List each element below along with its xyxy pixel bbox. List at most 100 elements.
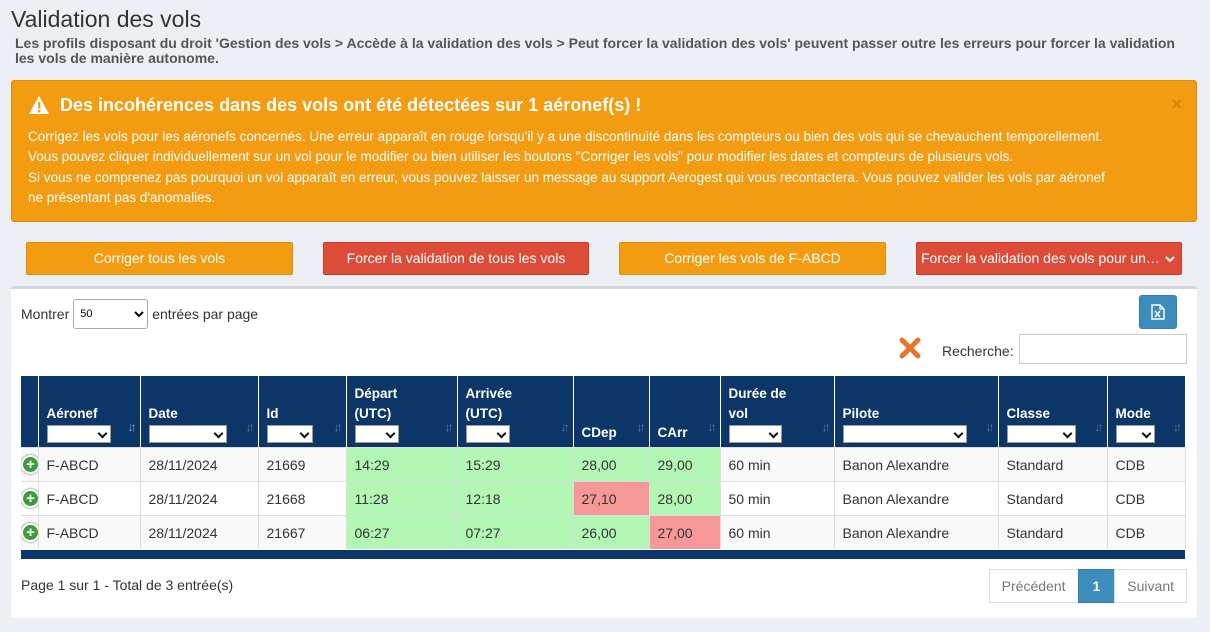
expand-cell[interactable]: + xyxy=(21,481,39,516)
sort-icon[interactable]: ↓↑ xyxy=(1173,417,1182,437)
column-title: Date xyxy=(148,406,178,421)
page-size-select[interactable]: 50 xyxy=(73,299,149,329)
column-title-line2: vol xyxy=(728,406,749,421)
cell-mode: CDB xyxy=(1107,515,1186,549)
close-icon[interactable]: × xyxy=(1171,95,1182,113)
aeronef-filter-select[interactable] xyxy=(46,425,111,443)
cell-cdep: 28,00 xyxy=(573,447,650,482)
table-row[interactable]: + F-ABCD 28/11/2024 21667 06:27 07:27 26… xyxy=(21,515,1186,549)
column-title: Id xyxy=(266,406,279,421)
column-header-aeronef[interactable]: Aéronef ↓↑ xyxy=(38,376,141,448)
page-1-button[interactable]: 1 xyxy=(1077,569,1116,603)
expand-row-icon[interactable]: + xyxy=(21,455,37,474)
cell-id: 21667 xyxy=(258,515,347,549)
column-header-date[interactable]: Date ↓↑ xyxy=(140,376,259,448)
cell-depart: 14:29 xyxy=(346,447,458,482)
chevron-down-icon xyxy=(1165,256,1175,263)
cell-pilote: Banon Alexandre xyxy=(834,481,999,516)
column-header-duree[interactable]: Durée de vol ↓↑ xyxy=(720,376,835,448)
sort-icon[interactable]: ↓↑ xyxy=(708,417,717,437)
force-validate-all-button[interactable]: Forcer la validation de tous les vols xyxy=(323,242,589,275)
mode-filter-select[interactable] xyxy=(1115,425,1155,443)
table-header-row: Aéronef ↓↑ Date ↓↑ Id ↓↑ Départ (UTC) ↓↑… xyxy=(21,376,1185,448)
alert-body: Corrigez les vols pour les aéronefs conc… xyxy=(28,127,1180,208)
sort-icon[interactable]: ↓↑ xyxy=(246,417,255,437)
excel-icon xyxy=(1151,304,1165,320)
column-header-carr[interactable]: CArr ↓↑ xyxy=(649,376,721,448)
pagination-info: Page 1 sur 1 - Total de 3 entrée(s) xyxy=(21,577,234,593)
id-filter-select[interactable] xyxy=(266,425,313,443)
search-label: Recherche: xyxy=(942,343,1014,359)
cell-mode: CDB xyxy=(1107,447,1186,482)
classe-filter-select[interactable] xyxy=(1006,425,1076,443)
sort-icon[interactable]: ↓↑ xyxy=(1095,417,1104,437)
page-length-control: Montrer 50 entrées par page xyxy=(21,299,258,329)
warning-icon xyxy=(29,96,49,114)
depart-filter-select[interactable] xyxy=(354,425,399,443)
expand-cell[interactable]: + xyxy=(21,447,39,482)
cell-depart: 11:28 xyxy=(346,481,458,516)
column-title-line1: Durée de xyxy=(728,386,787,401)
cell-classe: Standard xyxy=(998,481,1108,516)
table-row[interactable]: + F-ABCD 28/11/2024 21669 14:29 15:29 28… xyxy=(21,447,1186,482)
cell-arrivee: 12:18 xyxy=(457,481,574,516)
cell-mode: CDB xyxy=(1107,481,1186,516)
cell-date: 28/11/2024 xyxy=(140,481,259,516)
next-page-button[interactable]: Suivant xyxy=(1114,569,1187,603)
cell-pilote: Banon Alexandre xyxy=(834,447,999,482)
cell-date: 28/11/2024 xyxy=(140,447,259,482)
column-header-arrivee[interactable]: Arrivée (UTC) ↓↑ xyxy=(457,376,574,448)
sort-icon[interactable]: ↓↑ xyxy=(637,417,646,437)
alert-line: Si vous ne comprenez pas pourquoi un vol… xyxy=(28,169,1105,185)
column-title: Aéronef xyxy=(46,406,98,421)
cell-id: 21668 xyxy=(258,481,347,516)
force-validate-aircraft-dropdown[interactable]: Forcer la validation des vols pour un aé… xyxy=(916,242,1182,275)
previous-page-button[interactable]: Précédent xyxy=(988,569,1079,603)
page-header: Validation des vols Les profils disposan… xyxy=(0,0,1210,66)
column-title: CArr xyxy=(657,425,688,440)
table-row[interactable]: + F-ABCD 28/11/2024 21668 11:28 12:18 27… xyxy=(21,481,1186,516)
pilote-filter-select[interactable] xyxy=(842,425,967,443)
arrivee-filter-select[interactable] xyxy=(465,425,510,443)
export-excel-button[interactable] xyxy=(1139,295,1177,329)
sort-icon[interactable]: ↓↑ xyxy=(334,417,343,437)
show-label: Montrer xyxy=(21,306,70,322)
fix-all-flights-button[interactable]: Corriger tous les vols xyxy=(26,242,293,275)
search-input[interactable] xyxy=(1019,334,1187,364)
sort-icon[interactable]: ↓↑ xyxy=(822,417,831,437)
cell-cdep: 27,10 xyxy=(573,481,650,516)
action-buttons: Corriger tous les vols Forcer la validat… xyxy=(26,242,1182,275)
column-title-line2: (UTC) xyxy=(465,406,503,421)
sort-icon[interactable]: ↓↑ xyxy=(445,417,454,437)
fix-aircraft-flights-button[interactable]: Corriger les vols de F-ABCD xyxy=(619,242,886,275)
column-header-classe[interactable]: Classe ↓↑ xyxy=(998,376,1108,448)
clear-filters-icon[interactable] xyxy=(899,337,921,359)
expand-row-icon[interactable]: + xyxy=(21,489,37,508)
column-header-cdep[interactable]: CDep ↓↑ xyxy=(573,376,650,448)
cell-depart: 06:27 xyxy=(346,515,458,549)
cell-aeronef: F-ABCD xyxy=(38,481,141,516)
column-title: Mode xyxy=(1115,406,1151,421)
sort-icon[interactable]: ↓↑ xyxy=(561,417,570,437)
alert-line: Corrigez les vols pour les aéronefs conc… xyxy=(28,129,1103,144)
expand-cell[interactable]: + xyxy=(21,515,39,549)
header-expand xyxy=(21,376,39,448)
sort-icon[interactable]: ↓↑ xyxy=(128,417,137,437)
column-header-id[interactable]: Id ↓↑ xyxy=(258,376,347,448)
sort-icon[interactable]: ↓↑ xyxy=(986,417,995,437)
column-header-mode[interactable]: Mode ↓↑ xyxy=(1107,376,1185,448)
cell-date: 28/11/2024 xyxy=(140,515,259,549)
date-filter-select[interactable] xyxy=(148,425,227,443)
dropdown-label: Forcer la validation des vols pour un aé… xyxy=(921,250,1182,266)
cell-cdep: 26,00 xyxy=(573,515,650,549)
cell-arrivee: 07:27 xyxy=(457,515,574,549)
duree-filter-select[interactable] xyxy=(728,425,782,443)
column-header-depart[interactable]: Départ (UTC) ↓↑ xyxy=(346,376,458,448)
column-title: CDep xyxy=(581,425,617,440)
alert-line: Vous pouvez cliquer individuellement sur… xyxy=(28,149,1014,165)
column-header-pilote[interactable]: Pilote ↓↑ xyxy=(834,376,999,448)
alert-line: ne présentant pas d'anomalies. xyxy=(28,189,216,205)
expand-row-icon[interactable]: + xyxy=(21,523,37,542)
cell-carr: 29,00 xyxy=(649,447,721,482)
cell-arrivee: 15:29 xyxy=(457,447,574,482)
